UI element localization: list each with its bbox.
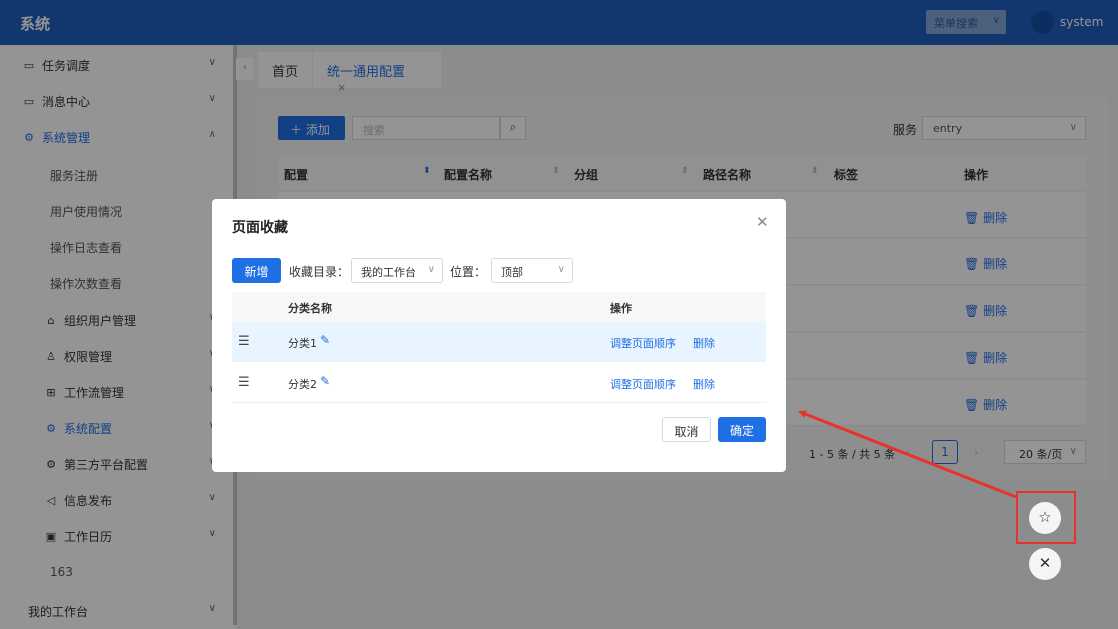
annotation-arrow — [798, 410, 1017, 499]
